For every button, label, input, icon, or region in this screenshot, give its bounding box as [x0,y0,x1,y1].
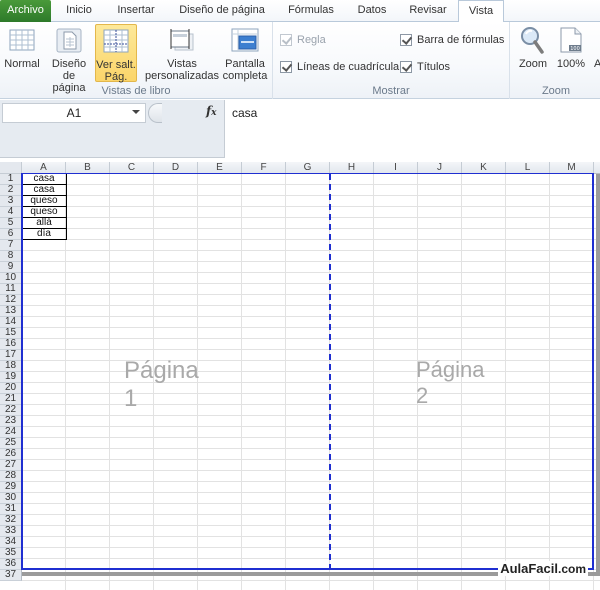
page-2-label: Página 2 [416,357,485,408]
page-layout-label-1: Diseño [51,58,87,70]
full-screen-icon [231,28,259,52]
name-box-dropdown-icon[interactable] [132,110,140,114]
page-break-preview-icon [103,29,129,53]
zoom-100-icon: 100 [560,27,582,53]
page-break-label-2: Pág. [104,71,128,83]
column-header-filler [594,162,600,174]
custom-views-button[interactable]: Vistas personalizadas [145,24,219,82]
checkbox-lineas-label: Líneas de cuadrícula [297,61,400,73]
page-layout-button[interactable]: Diseño de página [47,24,91,94]
custom-views-icon [170,29,194,51]
checkbox-barra-label: Barra de fórmulas [417,34,505,46]
formula-value: casa [232,106,258,120]
tab-formulas[interactable]: Fórmulas [280,0,342,22]
ribbon: Normal Diseño de página Ver salt. Pág. V… [0,22,600,99]
group-zoom: Zoom 100 100% A Zoom [510,22,600,99]
checkbox-barra-de-formulas[interactable]: Barra de fórmulas [400,34,504,46]
formula-input[interactable]: casa [225,100,600,158]
checkbox-regla[interactable]: Regla [280,34,326,46]
zoom-selection-button[interactable]: A [594,24,600,74]
vertical-scroll-edge[interactable] [596,174,600,576]
checkbox-regla-box[interactable] [280,34,292,46]
svg-text:100: 100 [570,46,580,52]
checkbox-lineas-box[interactable] [280,61,292,73]
checkbox-titulos[interactable]: Títulos [400,61,450,73]
zoom-selection-icon [594,24,600,58]
group-label-vistas-de-libro: Vistas de libro [101,85,171,97]
custom-views-label-2: personalizadas [145,70,219,82]
zoom-100-label: 100% [556,58,586,70]
page-break-line[interactable] [329,174,331,570]
normal-view-icon [9,29,35,51]
ribbon-tabs: Archivo Inicio Insertar Diseño de página… [0,0,600,23]
watermark-brand: AulaFacil [500,561,558,576]
tab-insertar[interactable]: Insertar [108,0,164,22]
print-area-border[interactable] [21,173,594,570]
checkbox-barra-box[interactable] [400,34,412,46]
checkbox-lineas-de-cuadricula[interactable]: Líneas de cuadrícula [280,61,399,73]
tab-vista[interactable]: Vista [458,0,504,23]
tab-archivo[interactable]: Archivo [0,0,51,22]
checkbox-titulos-box[interactable] [400,61,412,73]
full-screen-label-1: Pantalla [225,58,265,70]
page-break-preview-button[interactable]: Ver salt. Pág. [95,24,137,83]
tab-diseno-de-pagina[interactable]: Diseño de página [168,0,276,22]
zoom-button[interactable]: Zoom [516,24,550,74]
custom-views-label-1: Vistas [167,58,197,70]
full-screen-button[interactable]: Pantalla completa [222,24,268,82]
group-mostrar: Regla Líneas de cuadrícula Barra de fórm… [273,22,510,99]
name-box[interactable]: A1 [2,103,146,123]
spreadsheet-grid: ABCDEFGHIJKLM 1 2 3 4 5 6 7 8 9 10 11 12 13 14 15 16 17 1… [0,162,600,590]
formula-bar-splitter[interactable] [148,103,162,123]
aulafacil-watermark: AulaFacil.com [498,561,588,576]
gridline-horizontal [22,580,600,581]
checkbox-titulos-label: Títulos [417,61,451,73]
checkbox-regla-label: Regla [297,34,326,46]
zoom-label: Zoom [518,58,548,70]
normal-label: Normal [4,58,40,70]
zoom-100-button[interactable]: 100 100% [554,24,588,74]
full-screen-label-2: completa [222,70,268,82]
page-layout-icon [56,28,82,53]
name-box-value: A1 [66,106,82,120]
page-break-label-1: Ver salt. [96,59,136,71]
formula-bar: A1 fx casa [0,100,600,158]
tab-inicio[interactable]: Inicio [54,0,104,22]
group-vistas-de-libro: Normal Diseño de página Ver salt. Pág. V… [0,22,273,99]
tab-datos[interactable]: Datos [348,0,396,22]
zoom-selection-label: A [594,58,600,70]
page-1-label: Página 1 [124,357,199,412]
normal-view-button[interactable]: Normal [3,24,41,82]
insert-function-icon[interactable]: fx [206,104,217,118]
watermark-suffix: .com [557,562,586,576]
group-label-mostrar: Mostrar [372,85,410,97]
group-label-zoom: Zoom [541,85,571,97]
magnifier-icon [521,27,544,54]
tab-revisar[interactable]: Revisar [402,0,454,22]
